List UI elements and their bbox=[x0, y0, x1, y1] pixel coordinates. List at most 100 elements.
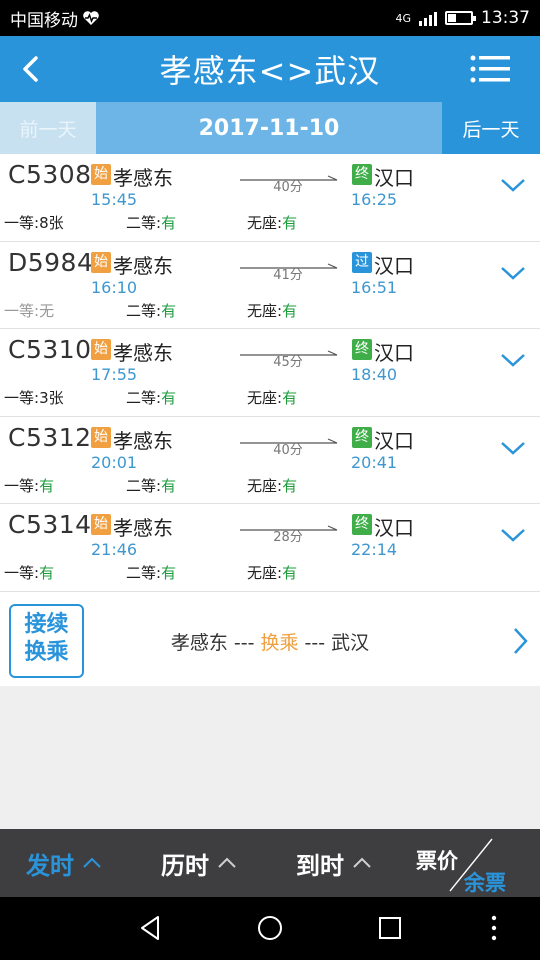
train-row[interactable]: C5308 始 孝感东 15:45 40分 终 汉口 16:25 一等:8张 二… bbox=[0, 154, 540, 242]
end-badge: 终 bbox=[352, 164, 372, 185]
train-number: C5308 bbox=[8, 160, 92, 189]
duration: 40分 bbox=[273, 442, 303, 458]
sort-label: 历时 bbox=[161, 851, 209, 880]
end-badge: 终 bbox=[352, 339, 372, 360]
seat-label: 一等: bbox=[4, 564, 40, 582]
caret-up-icon bbox=[83, 857, 101, 868]
battery-icon bbox=[445, 11, 476, 25]
prev-day-button[interactable]: 前一天 bbox=[0, 102, 96, 154]
seat-value: 有 bbox=[39, 564, 55, 582]
first-class-seats: 一等:无 bbox=[4, 300, 54, 321]
sort-label: 到时 bbox=[296, 851, 344, 880]
train-row[interactable]: D5984 始 孝感东 16:10 41分 过 汉口 16:51 一等:无 二等… bbox=[0, 242, 540, 329]
start-badge: 始 bbox=[91, 164, 111, 185]
arrive-time: 20:41 bbox=[351, 452, 398, 472]
screen: 中国移动 4G 13:37 孝感东<>武汉 前一天 2017-11-10 后一天… bbox=[0, 0, 540, 960]
seat-label: 二等: bbox=[126, 564, 162, 582]
second-class-seats: 二等:有 bbox=[126, 387, 176, 408]
seat-label: 二等: bbox=[126, 214, 162, 232]
sort-bar: 发时 历时 到时 票价 余票 bbox=[0, 829, 540, 897]
seat-label: 一等: bbox=[4, 476, 40, 495]
depart-time: 17:55 bbox=[91, 365, 138, 384]
chevron-down-icon[interactable] bbox=[500, 264, 526, 282]
nav-back-icon[interactable] bbox=[136, 913, 166, 943]
carrier: 中国移动 bbox=[10, 6, 100, 31]
route-sep: --- bbox=[227, 632, 261, 654]
route-sep: --- bbox=[298, 632, 332, 654]
standing-seats: 无座:有 bbox=[247, 387, 297, 408]
seat-value: 有 bbox=[39, 476, 55, 495]
sort-depart-button[interactable]: 发时 bbox=[26, 829, 102, 897]
first-class-seats: 一等:3张 bbox=[4, 387, 64, 408]
seat-value: 8张 bbox=[39, 214, 64, 232]
start-station: 孝感东 bbox=[113, 516, 173, 540]
heart-rate-icon bbox=[83, 11, 99, 25]
seat-value: 有 bbox=[161, 476, 177, 495]
seat-label: 无座: bbox=[247, 389, 283, 407]
train-number: D5984 bbox=[8, 247, 94, 277]
train-row[interactable]: C5310 始 孝感东 17:55 45分 终 汉口 18:40 一等:3张 二… bbox=[0, 329, 540, 417]
chevron-down-icon[interactable] bbox=[500, 176, 526, 194]
app-header: 孝感东<>武汉 bbox=[0, 36, 540, 102]
seat-value: 有 bbox=[161, 564, 177, 582]
start-station: 孝感东 bbox=[113, 428, 173, 453]
route-to: 武汉 bbox=[331, 632, 370, 654]
duration: 41分 bbox=[273, 267, 303, 283]
system-nav-bar bbox=[0, 897, 540, 960]
next-day-button[interactable]: 后一天 bbox=[442, 102, 540, 154]
signal-icon bbox=[419, 10, 437, 26]
start-badge: 始 bbox=[91, 426, 111, 448]
seat-value: 有 bbox=[282, 564, 298, 582]
nav-more-icon[interactable] bbox=[479, 913, 509, 943]
first-class-seats: 一等:有 bbox=[4, 562, 54, 583]
seat-label: 二等: bbox=[126, 476, 162, 495]
carrier-label: 中国移动 bbox=[10, 10, 78, 31]
depart-time: 15:45 bbox=[91, 190, 138, 209]
end-station: 汉口 bbox=[374, 166, 414, 190]
remaining-label: 余票 bbox=[464, 871, 506, 895]
start-badge: 始 bbox=[91, 339, 111, 360]
second-class-seats: 二等:有 bbox=[126, 475, 176, 496]
seat-value: 有 bbox=[161, 214, 177, 232]
sort-duration-button[interactable]: 历时 bbox=[161, 829, 237, 897]
chevron-down-icon[interactable] bbox=[500, 526, 526, 544]
arrive-time: 18:40 bbox=[351, 365, 398, 384]
price-remaining-toggle[interactable]: 票价 余票 bbox=[416, 829, 540, 897]
page-title: 孝感东<>武汉 bbox=[159, 52, 381, 90]
start-station: 孝感东 bbox=[113, 166, 173, 190]
sort-arrive-button[interactable]: 到时 bbox=[296, 829, 372, 897]
sort-label: 发时 bbox=[26, 851, 74, 880]
depart-time: 21:46 bbox=[91, 540, 138, 559]
start-badge: 始 bbox=[91, 251, 111, 273]
depart-time: 20:01 bbox=[91, 452, 138, 472]
arrive-time: 16:51 bbox=[351, 277, 398, 297]
route-middle: 换乘 bbox=[260, 632, 299, 654]
seat-label: 一等: bbox=[4, 389, 40, 407]
second-class-seats: 二等:有 bbox=[126, 562, 176, 583]
first-class-seats: 一等:8张 bbox=[4, 212, 64, 233]
nav-home-icon[interactable] bbox=[255, 913, 285, 943]
seat-value: 有 bbox=[282, 476, 298, 495]
seat-value: 3张 bbox=[39, 389, 64, 407]
chevron-down-icon[interactable] bbox=[500, 439, 526, 457]
seat-value: 有 bbox=[282, 301, 298, 320]
chevron-right-icon[interactable] bbox=[510, 626, 530, 656]
train-row[interactable]: C5314 始 孝感东 21:46 28分 终 汉口 22:14 一等:有 二等… bbox=[0, 504, 540, 592]
menu-icon[interactable] bbox=[470, 54, 510, 84]
seat-label: 无座: bbox=[247, 564, 283, 582]
train-row[interactable]: C5312 始 孝感东 20:01 40分 终 汉口 20:41 一等:有 二等… bbox=[0, 417, 540, 504]
duration: 45分 bbox=[273, 355, 303, 370]
current-date[interactable]: 2017-11-10 bbox=[96, 102, 442, 154]
route-from: 孝感东 bbox=[170, 632, 228, 654]
seat-label: 二等: bbox=[126, 389, 162, 407]
end-badge: 终 bbox=[352, 426, 372, 448]
seat-label: 二等: bbox=[126, 301, 162, 320]
start-station: 孝感东 bbox=[113, 253, 173, 278]
nav-recents-icon[interactable] bbox=[375, 913, 405, 943]
duration: 40分 bbox=[273, 180, 303, 195]
train-number: C5310 bbox=[8, 335, 92, 364]
second-class-seats: 二等:有 bbox=[126, 212, 176, 233]
transfer-row[interactable]: 接续 换乘 孝感东 --- 换乘 --- 武汉 bbox=[0, 592, 540, 686]
standing-seats: 无座:有 bbox=[247, 212, 297, 233]
chevron-down-icon[interactable] bbox=[500, 351, 526, 369]
